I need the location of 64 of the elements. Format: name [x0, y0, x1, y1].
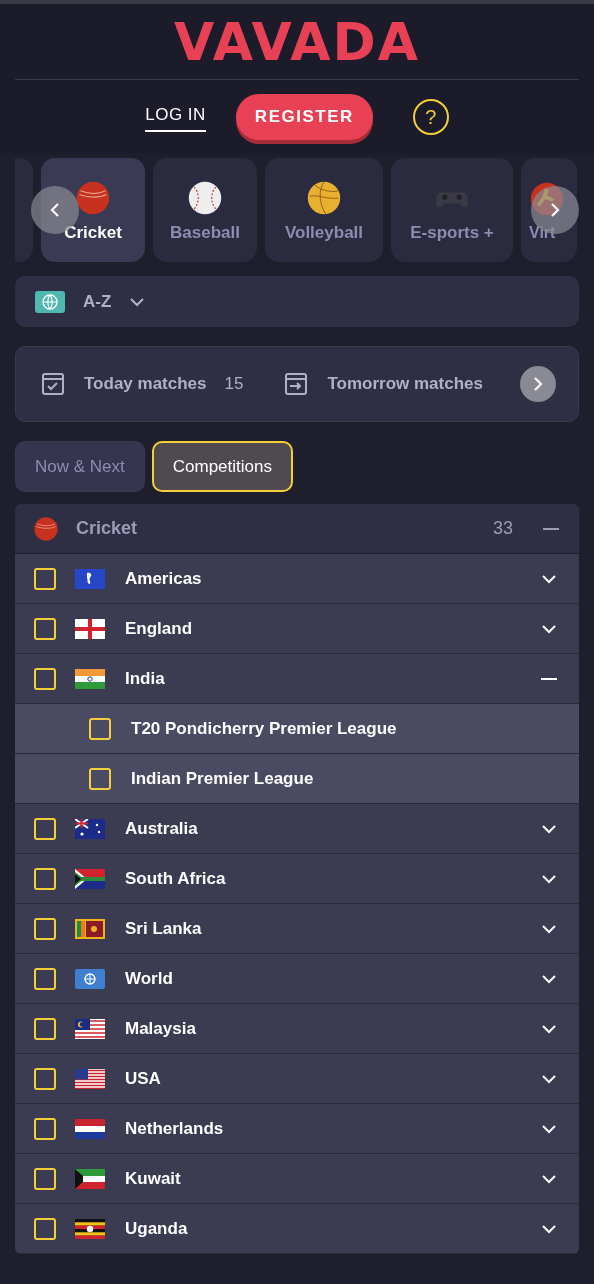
checkbox[interactable] [34, 867, 56, 890]
region-row[interactable]: India [15, 654, 579, 704]
volleyball-icon [306, 180, 342, 217]
checkbox[interactable] [34, 1167, 56, 1190]
sport-group-header[interactable]: Cricket 33 [15, 504, 579, 554]
chevron-right-icon [533, 377, 543, 391]
region-row[interactable]: USA [15, 1054, 579, 1104]
checkbox[interactable] [34, 817, 56, 840]
flag-icon [75, 618, 105, 639]
sport-tile[interactable]: Volleyball [265, 158, 383, 262]
league-row[interactable]: Indian Premier League [15, 754, 579, 804]
flag-icon [75, 568, 105, 589]
flag-icon [75, 1068, 105, 1089]
checkbox[interactable] [34, 967, 56, 990]
checkbox[interactable] [89, 717, 111, 740]
cricket-ball-icon [75, 180, 111, 217]
cricket-ball-icon [33, 515, 59, 542]
flag-icon [75, 1168, 105, 1189]
logo[interactable]: VAVADA [174, 15, 420, 68]
help-button[interactable]: ? [412, 99, 449, 135]
flag-icon [75, 818, 105, 839]
chevron-down-icon [129, 296, 146, 307]
checkbox[interactable] [34, 1217, 56, 1240]
flag-icon [75, 868, 105, 889]
region-row[interactable]: England [15, 604, 579, 654]
region-row[interactable]: World [15, 954, 579, 1004]
checkbox[interactable] [34, 1117, 56, 1140]
region-row[interactable]: South Africa [15, 854, 579, 904]
flag-icon [75, 1018, 105, 1039]
chevron-left-icon [50, 202, 60, 218]
sport-tile[interactable]: Baseball [153, 158, 257, 262]
tomorrow-matches-link[interactable]: Tomorrow matches [285, 371, 483, 397]
checkbox[interactable] [34, 617, 56, 640]
flag-icon [75, 668, 105, 689]
flag-icon [75, 968, 105, 989]
baseball-icon [187, 180, 223, 217]
region-row[interactable]: Malaysia [15, 1004, 579, 1054]
checkbox[interactable] [34, 917, 56, 940]
scroll-right-button[interactable] [520, 366, 556, 402]
globe-icon [35, 290, 65, 313]
checkbox[interactable] [34, 667, 56, 690]
region-row[interactable]: Americas [15, 554, 579, 604]
sport-tile[interactable]: E-sports + [391, 158, 513, 262]
checkbox[interactable] [34, 1017, 56, 1040]
chevron-right-icon [550, 202, 560, 218]
sort-dropdown[interactable]: A-Z [15, 276, 579, 327]
region-row[interactable]: Uganda [15, 1204, 579, 1254]
today-matches-link[interactable]: Today matches 15 [42, 371, 244, 397]
region-row[interactable]: Netherlands [15, 1104, 579, 1154]
login-link[interactable]: LOG IN [145, 102, 206, 132]
flag-icon [75, 1218, 105, 1239]
checkbox[interactable] [89, 767, 111, 790]
calendar-check-icon [42, 372, 64, 396]
region-row[interactable]: Kuwait [15, 1154, 579, 1204]
flag-icon [75, 1118, 105, 1139]
flag-icon [75, 918, 105, 939]
tab[interactable]: Now & Next [15, 441, 145, 492]
region-row[interactable]: Sri Lanka [15, 904, 579, 954]
checkbox[interactable] [34, 567, 56, 590]
region-row[interactable]: Australia [15, 804, 579, 854]
checkbox[interactable] [34, 1067, 56, 1090]
league-row[interactable]: T20 Pondicherry Premier League [15, 704, 579, 754]
sport-tile[interactable] [15, 158, 33, 262]
tab[interactable]: Competitions [151, 441, 293, 492]
